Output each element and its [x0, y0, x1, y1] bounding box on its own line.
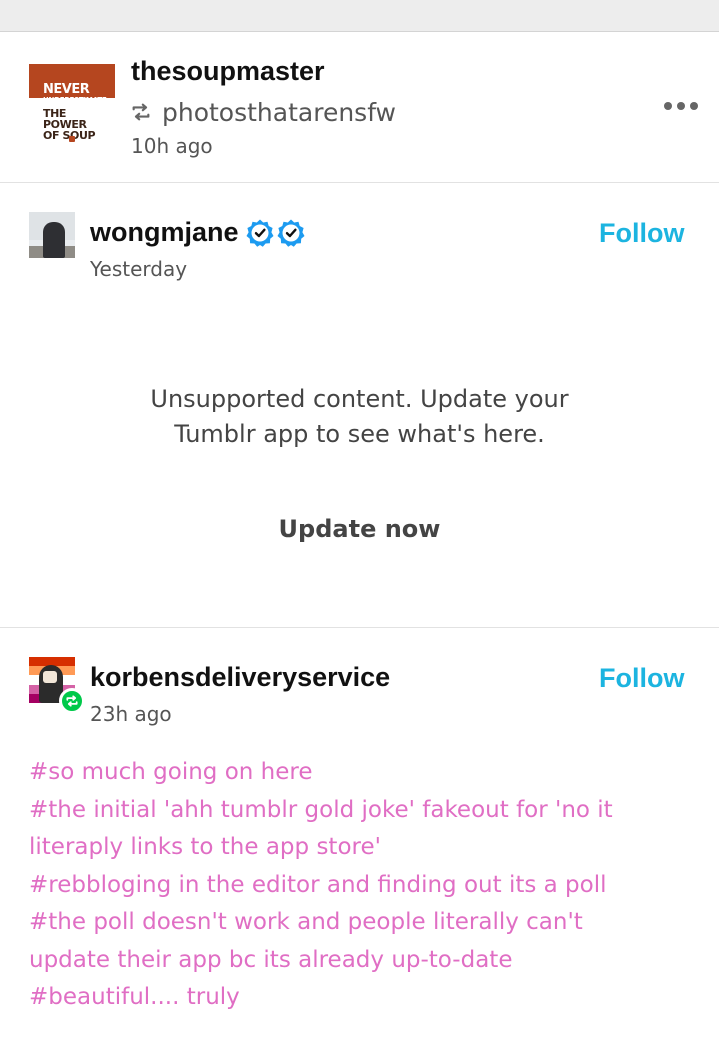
follow-button[interactable]: Follow — [599, 663, 684, 694]
avatar-logo-text: NEVER UNDERESTIMATE — [43, 82, 107, 104]
top-bar — [0, 0, 719, 32]
tag-line[interactable]: #the poll doesn't work and people litera… — [29, 904, 689, 942]
post-username-row: wongmjane — [90, 217, 306, 248]
post-username[interactable]: thesoupmaster — [131, 56, 325, 87]
more-dot — [690, 102, 698, 110]
tag-line[interactable]: #rebbloging in the editor and finding ou… — [29, 867, 689, 905]
tag-line[interactable]: update their app bc its already up-to-da… — [29, 942, 689, 980]
verified-badge-icon — [277, 219, 305, 247]
post-divider — [0, 627, 719, 628]
follow-button[interactable]: Follow — [599, 218, 684, 249]
tag-line[interactable]: #so much going on here — [29, 754, 689, 792]
update-now-button[interactable]: Update now — [0, 515, 719, 543]
post-timestamp: 10h ago — [131, 134, 213, 158]
avatar-person — [43, 222, 65, 258]
reblog-icon — [132, 103, 150, 121]
more-options-icon[interactable] — [664, 96, 698, 116]
verified-badge-icon — [246, 219, 274, 247]
unsupported-content-message: Unsupported content. Update your Tumblr … — [0, 382, 719, 452]
reblog-source-name: photosthatarensfw — [162, 97, 397, 127]
post-timestamp: 23h ago — [90, 702, 172, 726]
avatar-thesoupmaster[interactable]: NEVER UNDERESTIMATE THE POWER OF SOUP — [29, 64, 115, 150]
more-dot — [664, 102, 672, 110]
reblog-source[interactable]: photosthatarensfw — [130, 97, 396, 127]
avatar-wongmjane[interactable] — [29, 212, 75, 258]
avatar-character-face — [43, 671, 57, 683]
post-username[interactable]: wongmjane — [90, 217, 239, 248]
post-tags: #so much going on here #the initial 'ahh… — [29, 754, 689, 1017]
unsupported-line: Unsupported content. Update your — [150, 385, 569, 413]
post-timestamp: Yesterday — [90, 257, 188, 281]
unsupported-line: Tumblr app to see what's here. — [174, 420, 545, 448]
post-divider — [0, 182, 719, 183]
more-dot — [677, 102, 685, 110]
tag-line[interactable]: #the initial 'ahh tumblr gold joke' fake… — [29, 792, 689, 830]
tag-line[interactable]: literaply links to the app store' — [29, 829, 689, 867]
avatar-logo-mark — [69, 136, 75, 142]
tag-line[interactable]: #beautiful.... truly — [29, 979, 689, 1017]
reblog-badge-icon — [59, 688, 85, 714]
post-username[interactable]: korbensdeliveryservice — [90, 662, 390, 693]
reblog-icon — [66, 695, 78, 707]
